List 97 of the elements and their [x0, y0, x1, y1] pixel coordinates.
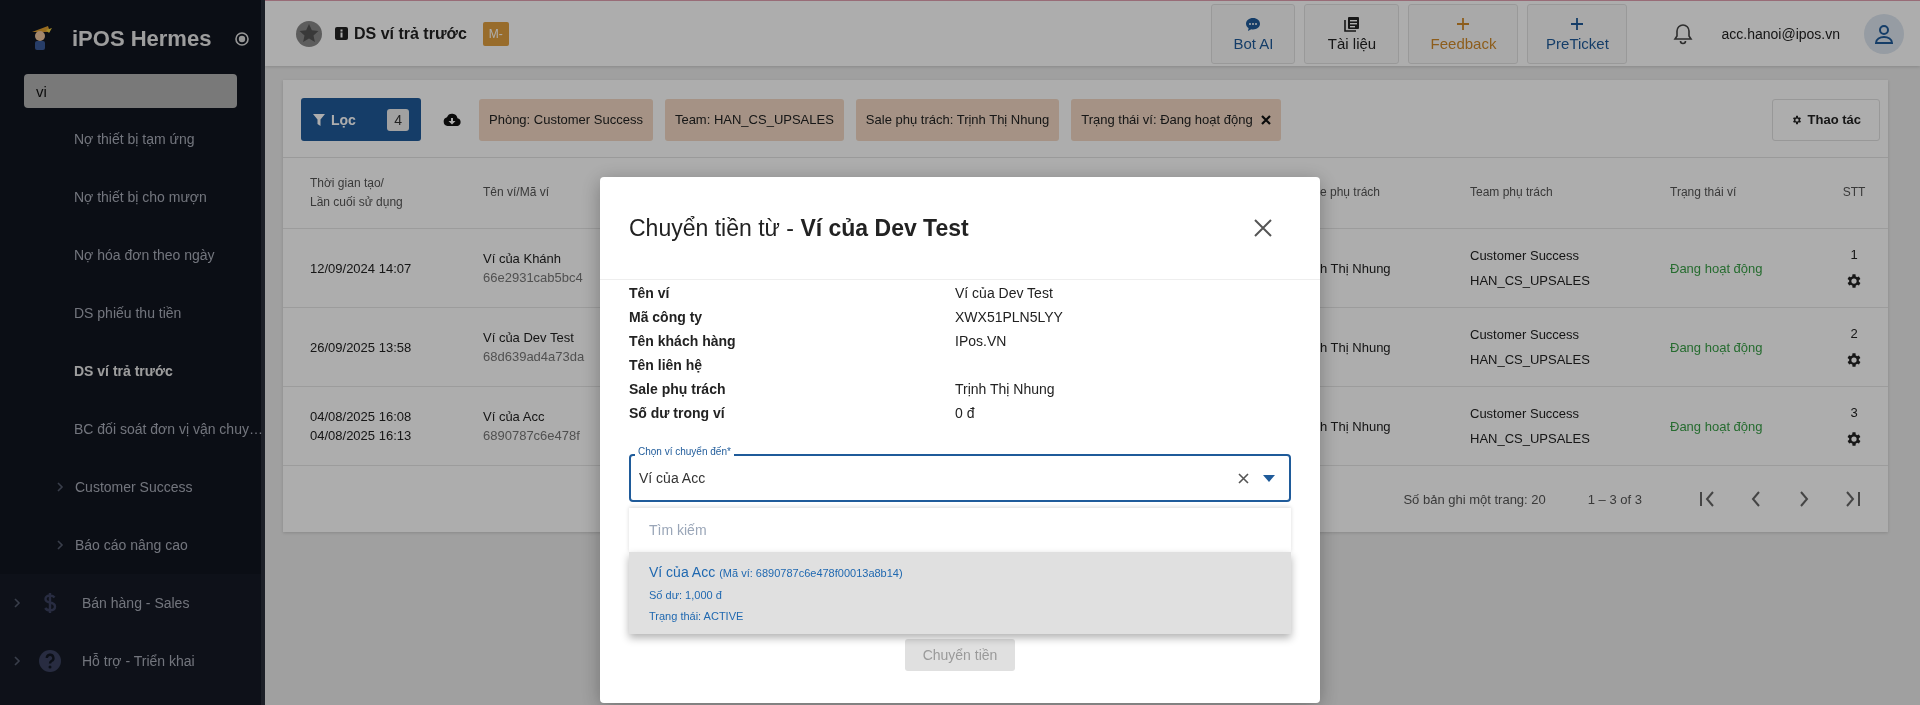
detail-label: Mã công ty	[629, 309, 704, 327]
detail-label: Tên liên hệ	[629, 357, 704, 375]
sidebar-item[interactable]: Nợ hóa đơn theo ngày	[0, 226, 261, 284]
actions-button[interactable]: Thao tác	[1771, 98, 1880, 141]
sidebar-group[interactable]: Báo cáo nâng cao	[75, 537, 188, 553]
cloud-download-icon[interactable]	[443, 112, 461, 127]
search-field[interactable]: vi	[24, 74, 237, 108]
table-cell: HAN_CS_UPSALES	[1470, 352, 1590, 367]
option-status: Trạng thái: ACTIVE	[649, 610, 745, 622]
person-icon	[1873, 22, 1895, 45]
table-cell: HAN_CS_UPSALES	[1470, 431, 1590, 446]
wallet-code: 66e2931cab5bc4	[483, 270, 583, 285]
column-header: Thời gian tạo/ Lần cuối sử dụng	[310, 174, 403, 211]
detail-value: 0 đ	[955, 405, 976, 423]
sidebar-item[interactable]: BC đối soát đơn vị vận chuy…	[0, 400, 261, 458]
sidebar-item[interactable]: Nợ thiết bị cho mượn	[0, 168, 261, 226]
column-header: e phụ trách	[1320, 184, 1381, 202]
mode-badge: M-	[482, 21, 509, 46]
toolbar-button[interactable]: Bot AI	[1211, 3, 1296, 64]
page-size-label: Số bản ghi một trang: 20	[1403, 491, 1546, 507]
detail-value: IPos.VN	[955, 333, 1008, 351]
plus-icon	[1455, 15, 1472, 32]
filter-chip[interactable]: Phòng: Customer Success	[479, 98, 653, 141]
detail-label: Tên khách hàng	[629, 333, 737, 351]
toolbar-button[interactable]: PreTicket	[1527, 3, 1628, 64]
status-text: Đang hoạt động	[1670, 339, 1763, 355]
sidebar-section[interactable]: Bán hàng - Sales	[82, 595, 190, 611]
dropdown-option[interactable]: Ví của Acc (Mã ví: 6890787c6e478f00013a8b14) Số dư: 1,000 đ Trạng thái: ACTIVE	[629, 552, 1291, 634]
sidebar-item[interactable]: DS phiếu thu tiền	[0, 284, 261, 342]
avatar-button[interactable]	[1864, 13, 1904, 54]
detail-label: Tên ví	[629, 285, 671, 303]
table-cell: h Thị Nhung	[1320, 339, 1391, 355]
table-cell: HAN_CS_UPSALES	[1470, 273, 1590, 288]
documents-icon	[1344, 15, 1360, 32]
status-text: Đang hoạt động	[1670, 260, 1763, 276]
gear-icon[interactable]	[1845, 350, 1863, 369]
brand-name: iPOS Hermes	[72, 26, 212, 52]
gear-icon[interactable]	[1845, 429, 1863, 448]
chat-icon	[1245, 15, 1262, 32]
sidebar-item[interactable]: DS ví trả trước	[0, 342, 261, 400]
row-number: 2	[1850, 325, 1858, 341]
table-cell: Customer Success	[1470, 406, 1580, 421]
option-code: (Mã ví: 6890787c6e478f00013a8b14)	[719, 567, 903, 579]
detail-value: Ví của Dev Test	[955, 285, 1054, 303]
wallet-code: 6890787c6e478f	[483, 428, 580, 443]
filter-chip[interactable]: Sale phụ trách: Trịnh Thị Nhung	[855, 98, 1060, 141]
table-cell: h Thị Nhung	[1320, 260, 1391, 276]
option-balance: Số dư: 1,000 đ	[649, 589, 723, 601]
wallet-code: 68d639ad4a73da	[483, 349, 585, 364]
filter-button[interactable]: Lọc 4	[301, 98, 421, 141]
column-header: Team phụ trách	[1470, 184, 1553, 202]
bell-icon[interactable]	[1673, 22, 1694, 45]
option-name: Ví của Acc	[649, 564, 716, 580]
row-number: 3	[1850, 404, 1858, 420]
toolbar-button[interactable]: Tài liệu	[1304, 3, 1400, 64]
radio-icon	[235, 32, 250, 46]
table-cell: h Thị Nhung	[1320, 418, 1391, 434]
column-header: Trạng thái ví	[1670, 184, 1737, 202]
wallet-name: Ví của Dev Test	[483, 330, 574, 345]
detail-label: Sale phụ trách	[629, 381, 727, 399]
user-email[interactable]: acc.hanoi@ipos.vn	[1721, 25, 1840, 42]
field-label: Chọn ví chuyển đến*	[635, 446, 734, 457]
plus-icon	[1569, 15, 1586, 32]
dropdown-arrow-icon[interactable]	[1263, 474, 1275, 482]
search-field[interactable]: Tìm kiếm	[629, 508, 1291, 552]
info-icon	[335, 27, 348, 40]
table-cell: Customer Success	[1470, 327, 1580, 342]
sidebar-section[interactable]: Hỗ trợ - Triển khai	[82, 653, 195, 669]
detail-value: Trịnh Thị Nhung	[955, 381, 1056, 399]
dialog-title: Chuyển tiền từ - Ví của Dev Test	[629, 214, 969, 242]
table-cell: 04/08/2025 16:08	[310, 409, 412, 424]
table-cell: 26/09/2025 13:58	[310, 339, 412, 355]
wallet-name: Ví của Khánh	[483, 251, 562, 266]
help-icon	[38, 649, 62, 673]
page-title: DS ví trả trước	[354, 24, 467, 43]
close-icon[interactable]	[1254, 219, 1272, 237]
filter-chip[interactable]: Trạng thái ví: Đang hoạt động	[1071, 98, 1281, 141]
gear-icon	[1790, 113, 1803, 126]
wallet-name: Ví của Acc	[483, 409, 545, 424]
close-icon[interactable]	[1260, 114, 1271, 125]
filter-icon	[313, 113, 325, 126]
column-header: STT	[1842, 184, 1866, 202]
gear-icon[interactable]	[1845, 271, 1863, 290]
sidebar-item[interactable]: Nợ thiết bị tạm ứng	[0, 110, 261, 168]
table-cell: Customer Success	[1470, 248, 1580, 263]
table-cell: 04/08/2025 16:13	[310, 428, 412, 443]
row-number: 1	[1850, 246, 1858, 262]
table-cell: 12/09/2024 14:07	[310, 260, 412, 276]
detail-value: XWX51PLN5LYY	[955, 309, 1064, 327]
page-range: 1 – 3 of 3	[1587, 491, 1642, 507]
toolbar-button[interactable]: Feedback	[1408, 3, 1519, 64]
filter-chip[interactable]: Team: HAN_CS_UPSALES	[664, 98, 844, 141]
detail-label: Số dư trong ví	[629, 405, 726, 423]
sidebar-group[interactable]: Customer Success	[75, 479, 193, 495]
clear-icon[interactable]	[1238, 472, 1249, 484]
status-text: Đang hoạt động	[1670, 418, 1763, 434]
column-header: Tên ví/Mã ví	[483, 184, 550, 202]
